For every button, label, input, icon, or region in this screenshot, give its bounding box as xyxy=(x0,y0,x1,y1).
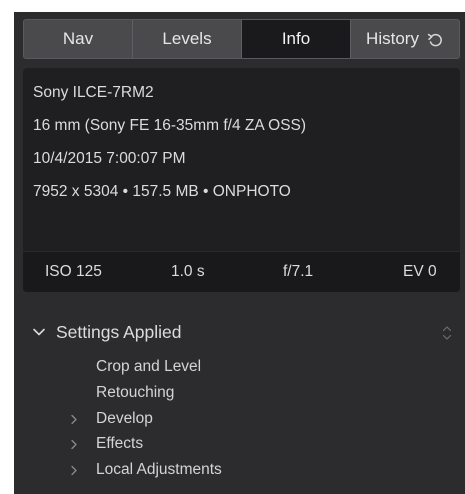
chevron-down-icon xyxy=(33,328,45,336)
shutter-value: 1.0 s xyxy=(171,263,205,280)
tab-levels[interactable]: Levels xyxy=(133,20,242,58)
image-info-box: Sony ILCE-7RM2 16 mm (Sony FE 16-35mm f/… xyxy=(23,68,460,292)
file-details: 7952 x 5304 • 157.5 MB • ONPHOTO xyxy=(33,183,291,200)
settings-applied-header[interactable]: Settings Applied xyxy=(32,318,182,346)
setting-item-effects[interactable]: Effects xyxy=(71,433,144,455)
tab-bar: Nav Levels Info History xyxy=(23,19,460,59)
chevron-right-icon xyxy=(71,414,77,425)
undo-arrow-icon xyxy=(427,33,442,47)
chevron-right-icon xyxy=(71,439,77,450)
info-panel: Nav Levels Info History Sony ILCE-7RM2 1… xyxy=(14,12,465,494)
tab-nav-label: Nav xyxy=(62,29,94,48)
setting-item-label: Develop xyxy=(96,410,153,427)
tab-nav[interactable]: Nav xyxy=(24,20,133,58)
setting-item-develop[interactable]: Develop xyxy=(71,408,153,430)
capture-datetime: 10/4/2015 7:00:07 PM xyxy=(33,150,186,167)
exif-bar: ISO 125 1.0 s f/7.1 EV 0 xyxy=(23,252,460,292)
lens-info: 16 mm (Sony FE 16-35mm f/4 ZA OSS) xyxy=(33,117,307,134)
setting-item-label: Effects xyxy=(96,435,144,452)
setting-item-label: Crop and Level xyxy=(96,358,202,375)
aperture-value: f/7.1 xyxy=(283,263,314,280)
settings-applied-title: Settings Applied xyxy=(56,321,182,342)
tab-history-label: History xyxy=(366,29,419,48)
camera-model: Sony ILCE-7RM2 xyxy=(33,84,154,101)
setting-item-label: Local Adjustments xyxy=(96,461,222,478)
chevron-right-icon xyxy=(71,465,77,476)
tab-info[interactable]: Info xyxy=(242,20,351,58)
tab-levels-label: Levels xyxy=(162,29,212,48)
iso-value: ISO 125 xyxy=(45,263,102,280)
setting-item-retouching[interactable]: Retouching xyxy=(96,382,174,404)
setting-item-label: Retouching xyxy=(96,384,175,401)
sort-updown-icon[interactable] xyxy=(441,323,453,343)
setting-item-crop-and-level[interactable]: Crop and Level xyxy=(96,356,201,378)
tab-history[interactable]: History xyxy=(351,20,459,58)
ev-value: EV 0 xyxy=(403,263,437,280)
setting-item-local-adjustments[interactable]: Local Adjustments xyxy=(71,459,222,481)
tab-info-label: Info xyxy=(281,29,311,48)
